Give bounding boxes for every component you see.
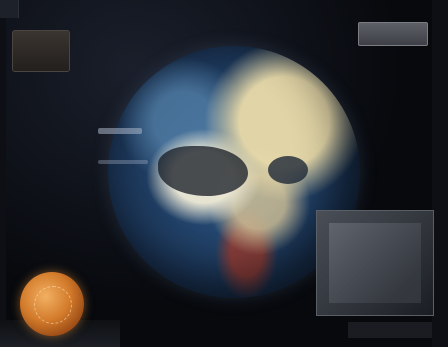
left-thumbnail[interactable] bbox=[12, 30, 70, 72]
orb-button[interactable] bbox=[20, 272, 84, 336]
callout-marker bbox=[98, 128, 142, 134]
globe-dark-land bbox=[268, 156, 308, 184]
right-edge-panel bbox=[432, 0, 448, 347]
orb-icon bbox=[34, 286, 72, 324]
callout-marker bbox=[98, 160, 148, 164]
top-right-button[interactable] bbox=[358, 22, 428, 46]
preview-panel-image bbox=[329, 223, 421, 303]
preview-panel[interactable] bbox=[316, 210, 434, 316]
left-edge-panel bbox=[0, 18, 6, 328]
top-left-corner bbox=[0, 0, 19, 18]
preview-panel-label bbox=[348, 322, 432, 338]
